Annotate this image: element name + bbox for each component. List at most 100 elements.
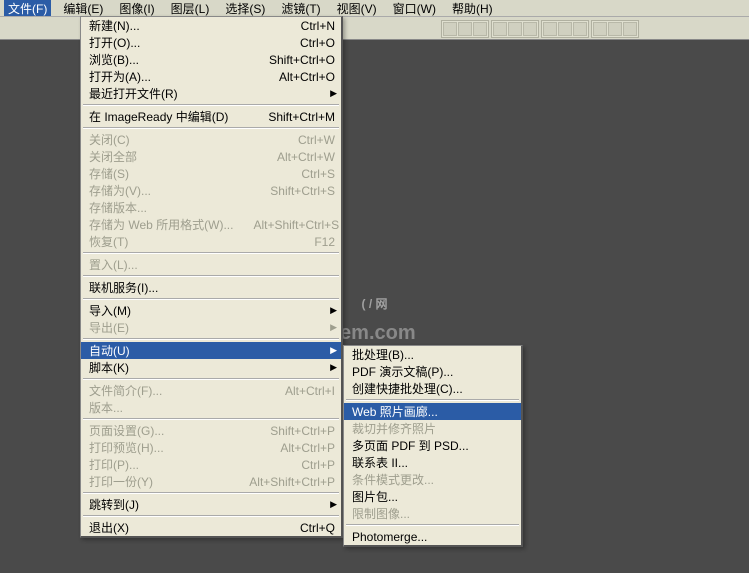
watermark-sub: tem.com bbox=[333, 321, 415, 345]
menu-item: 置入(L)... bbox=[81, 256, 341, 273]
menu-separator bbox=[83, 252, 339, 254]
submenu-arrow-icon: ▶ bbox=[330, 362, 337, 373]
menu-item-label: 存储版本... bbox=[89, 199, 335, 216]
menu-item[interactable]: 打开(O)... Ctrl+O bbox=[81, 34, 341, 51]
menu-item-label: Web 照片画廊... bbox=[352, 403, 515, 420]
menu-item[interactable]: Photomerge... bbox=[344, 528, 521, 545]
menu-item-label: 版本... bbox=[89, 399, 335, 416]
menu-item-shortcut: Shift+Ctrl+M bbox=[268, 110, 335, 124]
file-menu[interactable]: 新建(N)...Ctrl+N打开(O)... Ctrl+O浏览(B)...Shif… bbox=[80, 16, 343, 538]
tool-button[interactable] bbox=[523, 22, 537, 36]
menu-item[interactable]: 脚本(K)▶ bbox=[81, 359, 341, 376]
menu-item[interactable]: 新建(N)...Ctrl+N bbox=[81, 17, 341, 34]
tool-button[interactable] bbox=[443, 22, 457, 36]
menu-item[interactable]: 浏览(B)...Shift+Ctrl+O bbox=[81, 51, 341, 68]
menu-item[interactable]: 打开为(A)...Alt+Ctrl+O bbox=[81, 68, 341, 85]
menu-item-label: 置入(L)... bbox=[89, 256, 335, 273]
menu-separator bbox=[83, 298, 339, 300]
menubar-item[interactable]: 窗口(W) bbox=[389, 0, 440, 18]
menu-item: 导出(E)▶ bbox=[81, 319, 341, 336]
menu-item-label: 文件简介(F)... bbox=[89, 382, 265, 399]
menu-item: 打印预览(H)... Alt+Ctrl+P bbox=[81, 439, 341, 456]
menu-item[interactable]: 图片包... bbox=[344, 488, 521, 505]
menu-item: 存储(S)Ctrl+S bbox=[81, 165, 341, 182]
menu-separator bbox=[83, 275, 339, 277]
tool-button[interactable] bbox=[493, 22, 507, 36]
menu-item: 关闭全部 Alt+Ctrl+W bbox=[81, 148, 341, 165]
tool-button[interactable] bbox=[608, 22, 622, 36]
menu-item-label: 退出(X) bbox=[89, 519, 280, 536]
menu-item: 打印(P)...Ctrl+P bbox=[81, 456, 341, 473]
menu-item-shortcut: Ctrl+Q bbox=[300, 521, 335, 535]
menu-item-label: 打印预览(H)... bbox=[89, 439, 260, 456]
menu-item-label: 在 ImageReady 中编辑(D) bbox=[89, 108, 248, 125]
menu-separator bbox=[83, 515, 339, 517]
tool-button[interactable] bbox=[623, 22, 637, 36]
menubar-item[interactable]: 图像(I) bbox=[115, 0, 158, 18]
menu-item[interactable]: 最近打开文件(R)▶ bbox=[81, 85, 341, 102]
menu-item[interactable]: 批处理(B)... bbox=[344, 346, 521, 363]
menu-item-label: 新建(N)... bbox=[89, 17, 281, 34]
menu-item-shortcut: Alt+Ctrl+P bbox=[280, 441, 335, 455]
tool-button[interactable] bbox=[593, 22, 607, 36]
tool-button[interactable] bbox=[473, 22, 487, 36]
menu-separator bbox=[83, 127, 339, 129]
menubar-item[interactable]: 图层(L) bbox=[167, 0, 214, 18]
menu-item[interactable]: Web 照片画廊... bbox=[344, 403, 521, 420]
tool-button[interactable] bbox=[573, 22, 587, 36]
tool-group bbox=[591, 20, 639, 38]
menu-item-label: 裁切并修齐照片 bbox=[352, 420, 515, 437]
menu-item-label: 跳转到(J) bbox=[89, 496, 335, 513]
menu-separator bbox=[83, 492, 339, 494]
menu-item[interactable]: 联机服务(I)... bbox=[81, 279, 341, 296]
tool-button[interactable] bbox=[508, 22, 522, 36]
menu-item-label: 关闭全部 bbox=[89, 148, 257, 165]
menu-item-label: 存储为 Web 所用格式(W)... bbox=[89, 216, 233, 233]
menu-item-shortcut: Ctrl+W bbox=[298, 133, 335, 147]
menu-item-shortcut: Alt+Ctrl+O bbox=[279, 70, 335, 84]
menubar-item[interactable]: 滤镜(T) bbox=[277, 0, 324, 18]
menu-item: 打印一份(Y)Alt+Shift+Ctrl+P bbox=[81, 473, 341, 490]
menu-item-shortcut: Ctrl+O bbox=[300, 36, 335, 50]
menu-separator bbox=[346, 399, 519, 401]
menu-item[interactable]: 在 ImageReady 中编辑(D) Shift+Ctrl+M bbox=[81, 108, 341, 125]
menu-item-label: 自动(U) bbox=[89, 342, 335, 359]
menu-item-label: 图片包... bbox=[352, 488, 515, 505]
tool-button[interactable] bbox=[543, 22, 557, 36]
menu-item[interactable]: 跳转到(J)▶ bbox=[81, 496, 341, 513]
menu-item[interactable]: 自动(U)▶ bbox=[81, 342, 341, 359]
menu-item[interactable]: 导入(M)▶ bbox=[81, 302, 341, 319]
menu-item[interactable]: 退出(X) Ctrl+Q bbox=[81, 519, 341, 536]
menu-item: 页面设置(G)...Shift+Ctrl+P bbox=[81, 422, 341, 439]
menu-item[interactable]: 创建快捷批处理(C)... bbox=[344, 380, 521, 397]
menu-item: 恢复(T)F12 bbox=[81, 233, 341, 250]
menu-item-shortcut: Shift+Ctrl+P bbox=[270, 424, 335, 438]
menu-item[interactable]: 联系表 II... bbox=[344, 454, 521, 471]
menubar-item[interactable]: 视图(V) bbox=[333, 0, 381, 18]
menu-item-label: 关闭(C) bbox=[89, 131, 278, 148]
tool-button[interactable] bbox=[558, 22, 572, 36]
menu-item-label: PDF 演示文稿(P)... bbox=[352, 363, 515, 380]
menubar-item[interactable]: 编辑(E) bbox=[59, 0, 107, 18]
menu-item-label: 条件模式更改... bbox=[352, 471, 515, 488]
menu-item-shortcut: Alt+Ctrl+W bbox=[277, 150, 335, 164]
menu-item-label: 打开(O)... bbox=[89, 34, 280, 51]
menu-item-label: 脚本(K) bbox=[89, 359, 335, 376]
menu-item-label: 联机服务(I)... bbox=[89, 279, 335, 296]
menu-item-label: 导出(E) bbox=[89, 319, 335, 336]
auto-submenu[interactable]: 批处理(B)...PDF 演示文稿(P)...创建快捷批处理(C)... Web … bbox=[343, 345, 523, 547]
menu-item-shortcut: Alt+Ctrl+I bbox=[285, 384, 335, 398]
menu-item-shortcut: Shift+Ctrl+O bbox=[269, 53, 335, 67]
menubar-item[interactable]: 选择(S) bbox=[221, 0, 269, 18]
menu-item[interactable]: 多页面 PDF 到 PSD... bbox=[344, 437, 521, 454]
tool-button[interactable] bbox=[458, 22, 472, 36]
menubar-item[interactable]: 文件(F) bbox=[4, 0, 51, 18]
menu-item-label: 联系表 II... bbox=[352, 454, 515, 471]
menu-item: 存储版本... bbox=[81, 199, 341, 216]
menu-item[interactable]: PDF 演示文稿(P)... bbox=[344, 363, 521, 380]
menu-item-shortcut: Shift+Ctrl+S bbox=[270, 184, 335, 198]
menu-separator bbox=[83, 418, 339, 420]
menu-item-label: 存储(S) bbox=[89, 165, 281, 182]
menubar-item[interactable]: 帮助(H) bbox=[448, 0, 497, 18]
menu-item-label: 恢复(T) bbox=[89, 233, 294, 250]
